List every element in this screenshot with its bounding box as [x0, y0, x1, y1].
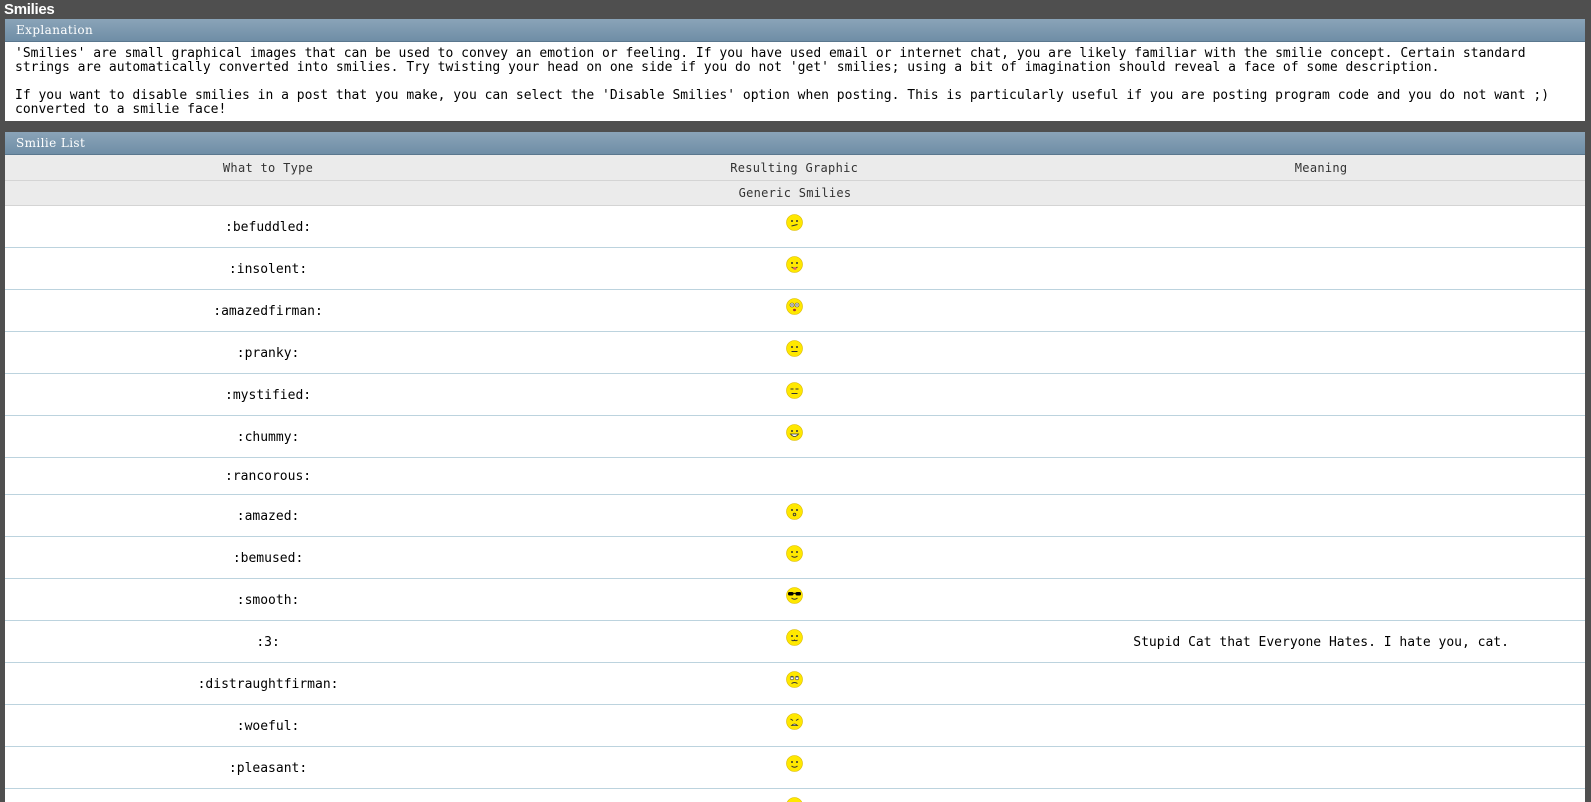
explanation-header: Explanation	[5, 19, 1585, 42]
table-row: :distraughtfirman:	[5, 663, 1585, 705]
smilie-meaning	[1057, 789, 1585, 802]
wide-eyed-face-icon	[786, 298, 803, 315]
smilie-meaning: Stupid Cat that Everyone Hates. I hate y…	[1057, 621, 1585, 663]
smilie-table: What to Type Resulting Graphic Meaning G…	[5, 155, 1585, 802]
table-row: :pranky:	[5, 332, 1585, 374]
column-header-meaning: Meaning	[1057, 155, 1585, 181]
smilie-graphic-cell	[531, 374, 1057, 416]
smilie-code: :insolent:	[5, 248, 531, 290]
smilie-meaning	[1057, 579, 1585, 621]
big-grin-face-icon	[786, 424, 803, 441]
smilie-graphic-cell	[531, 458, 1057, 495]
smilie-code: :distraughtfirman:	[5, 663, 531, 705]
smilie-code: :chummy:	[5, 416, 531, 458]
smilie-graphic-cell	[531, 537, 1057, 579]
smilie-meaning	[1057, 374, 1585, 416]
smilie-meaning	[1057, 206, 1585, 248]
table-row: :rancorous:	[5, 458, 1585, 495]
smilie-graphic-cell	[531, 290, 1057, 332]
smilie-meaning	[1057, 537, 1585, 579]
smile-face-icon	[786, 545, 803, 562]
smilie-meaning	[1057, 458, 1585, 495]
rolling-eyes-face-icon	[786, 671, 803, 688]
smilie-graphic-cell	[531, 747, 1057, 789]
cat-face-icon	[786, 629, 803, 646]
smilie-graphic-cell	[531, 789, 1057, 802]
table-row: :pleasant:	[5, 747, 1585, 789]
table-row: :insolent:	[5, 248, 1585, 290]
sad-face-icon	[786, 797, 803, 802]
smilie-meaning	[1057, 495, 1585, 537]
surprised-face-icon	[786, 503, 803, 520]
confused-face-icon	[786, 214, 803, 231]
smilie-meaning	[1057, 705, 1585, 747]
explanation-panel: Explanation 'Smilies' are small graphica…	[5, 19, 1585, 121]
table-row: :chummy:	[5, 416, 1585, 458]
happy-face-icon	[786, 755, 803, 772]
category-generic-smilies: Generic Smilies	[5, 181, 1585, 206]
smilie-code: :3:	[5, 621, 531, 663]
smilie-code: :smooth:	[5, 579, 531, 621]
smilie-graphic-cell	[531, 579, 1057, 621]
crying-face-icon	[786, 713, 803, 730]
smilie-code: :mystified:	[5, 374, 531, 416]
puzzled-face-icon	[786, 382, 803, 399]
category-row: Generic Smilies	[5, 181, 1585, 206]
smilie-meaning	[1057, 416, 1585, 458]
smilie-list-header: Smilie List	[5, 132, 1585, 155]
page-title: Smilies	[4, 0, 54, 18]
smilie-meaning	[1057, 290, 1585, 332]
smilie-code: :pleasant:	[5, 747, 531, 789]
explanation-body: 'Smilies' are small graphical images tha…	[5, 42, 1585, 117]
smilie-code: :woeful:	[5, 705, 531, 747]
smilie-code: :bemused:	[5, 537, 531, 579]
smilie-graphic-cell	[531, 332, 1057, 374]
smilie-graphic-cell	[531, 495, 1057, 537]
table-row: :amazed:	[5, 495, 1585, 537]
smilie-graphic-cell	[531, 248, 1057, 290]
table-row: :distraught:	[5, 789, 1585, 802]
column-header-resulting-graphic: Resulting Graphic	[531, 155, 1057, 181]
column-header-row: What to Type Resulting Graphic Meaning	[5, 155, 1585, 181]
smilie-code: :amazedfirman:	[5, 290, 531, 332]
smilie-graphic-cell	[531, 206, 1057, 248]
smilie-meaning	[1057, 747, 1585, 789]
smilie-code: :befuddled:	[5, 206, 531, 248]
smilie-meaning	[1057, 332, 1585, 374]
explanation-paragraph: 'Smilies' are small graphical images tha…	[15, 47, 1575, 75]
smilie-code: :distraught:	[5, 789, 531, 802]
smilie-graphic-cell	[531, 621, 1057, 663]
table-row: :mystified:	[5, 374, 1585, 416]
table-row: :woeful:	[5, 705, 1585, 747]
table-row: :3: Stupid Cat that Everyone Hates. I hat…	[5, 621, 1585, 663]
sunglasses-face-icon	[786, 587, 803, 604]
tongue-out-face-icon	[786, 256, 803, 273]
smilie-code: :amazed:	[5, 495, 531, 537]
smirk-face-icon	[786, 340, 803, 357]
column-header-what-to-type: What to Type	[5, 155, 531, 181]
smilie-list-panel: Smilie List What to Type Resulting Graph…	[5, 132, 1585, 802]
smilie-code: :pranky:	[5, 332, 531, 374]
smilie-code: :rancorous:	[5, 458, 531, 495]
smilie-graphic-cell	[531, 705, 1057, 747]
table-row: :smooth:	[5, 579, 1585, 621]
smilie-graphic-cell	[531, 416, 1057, 458]
smilie-meaning	[1057, 248, 1585, 290]
table-row: :bemused:	[5, 537, 1585, 579]
smilie-graphic-cell	[531, 663, 1057, 705]
table-row: :amazedfirman:	[5, 290, 1585, 332]
table-row: :befuddled:	[5, 206, 1585, 248]
explanation-paragraph: If you want to disable smilies in a post…	[15, 89, 1575, 117]
smilie-meaning	[1057, 663, 1585, 705]
